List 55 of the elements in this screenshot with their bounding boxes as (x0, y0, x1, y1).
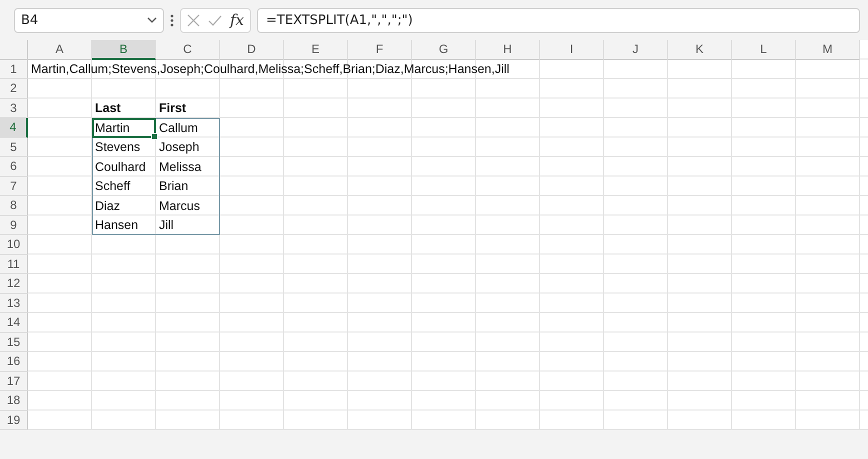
row-header[interactable]: 3 (0, 98, 28, 118)
cell-text: Hansen (94, 218, 140, 232)
row-header[interactable]: 9 (0, 216, 28, 235)
column-header[interactable]: K (668, 40, 732, 60)
cell-text: First (158, 101, 188, 116)
checkmark-icon[interactable] (208, 14, 222, 26)
row-header[interactable]: 7 (0, 176, 28, 196)
cell-text: Scheff (94, 179, 132, 194)
cell-text: Last (94, 101, 122, 116)
column-header[interactable]: A (28, 40, 92, 60)
cell-text: Jill (158, 218, 175, 232)
cell-text: Marcus (158, 198, 201, 213)
row-header[interactable]: 6 (0, 157, 28, 176)
row-header[interactable]: 14 (0, 313, 28, 332)
cell-text: Stevens (94, 140, 142, 154)
cell-text: Melissa (158, 160, 202, 174)
cell-text: Martin (94, 120, 131, 135)
row-header[interactable]: 11 (0, 254, 28, 274)
row-header[interactable]: 18 (0, 391, 28, 410)
row-header[interactable]: 8 (0, 196, 28, 216)
formula-field[interactable]: =TEXTSPLIT(A1,",",";") (257, 8, 860, 32)
column-header[interactable]: I (540, 40, 604, 60)
row-header[interactable]: 10 (0, 235, 28, 254)
row-header[interactable]: 13 (0, 294, 28, 313)
row-header[interactable]: 17 (0, 372, 28, 391)
column-header[interactable]: D (220, 40, 284, 60)
column-header[interactable]: J (604, 40, 668, 60)
row-header[interactable]: 12 (0, 274, 28, 294)
chevron-down-icon[interactable] (147, 17, 157, 23)
name-box[interactable]: B4 (14, 8, 164, 32)
fill-handle[interactable] (151, 132, 158, 140)
column-header[interactable]: M (796, 40, 860, 60)
column-header[interactable]: C (156, 40, 220, 60)
column-header[interactable]: E (284, 40, 348, 60)
column-header[interactable]: G (412, 40, 476, 60)
row-header[interactable]: 2 (0, 79, 28, 98)
active-cell[interactable] (92, 118, 156, 138)
row-header[interactable]: 4 (0, 118, 28, 138)
row-header[interactable]: 15 (0, 332, 28, 352)
column-header[interactable]: F (348, 40, 412, 60)
cell-text: Coulhard (94, 160, 147, 174)
cell-text: Martin,Callum;Stevens,Joseph;Coulhard,Melissa;Scheff,Brian;Diaz,Marcus;Hansen,Jill (30, 62, 510, 76)
column-header[interactable]: L (732, 40, 796, 60)
cell-text: Joseph (158, 140, 200, 154)
cell-text: Brian (158, 179, 190, 194)
row-header[interactable]: 16 (0, 352, 28, 372)
column-header[interactable]: B (92, 40, 156, 60)
cell-text: Callum (158, 120, 199, 135)
cell-text: Diaz (94, 198, 122, 213)
row-header[interactable]: 1 (0, 60, 28, 79)
more-icon[interactable] (170, 14, 174, 26)
row-header[interactable]: 5 (0, 138, 28, 157)
row-header[interactable]: 19 (0, 410, 28, 430)
column-header[interactable]: H (476, 40, 540, 60)
insert-function-button[interactable]: fx (230, 11, 244, 29)
